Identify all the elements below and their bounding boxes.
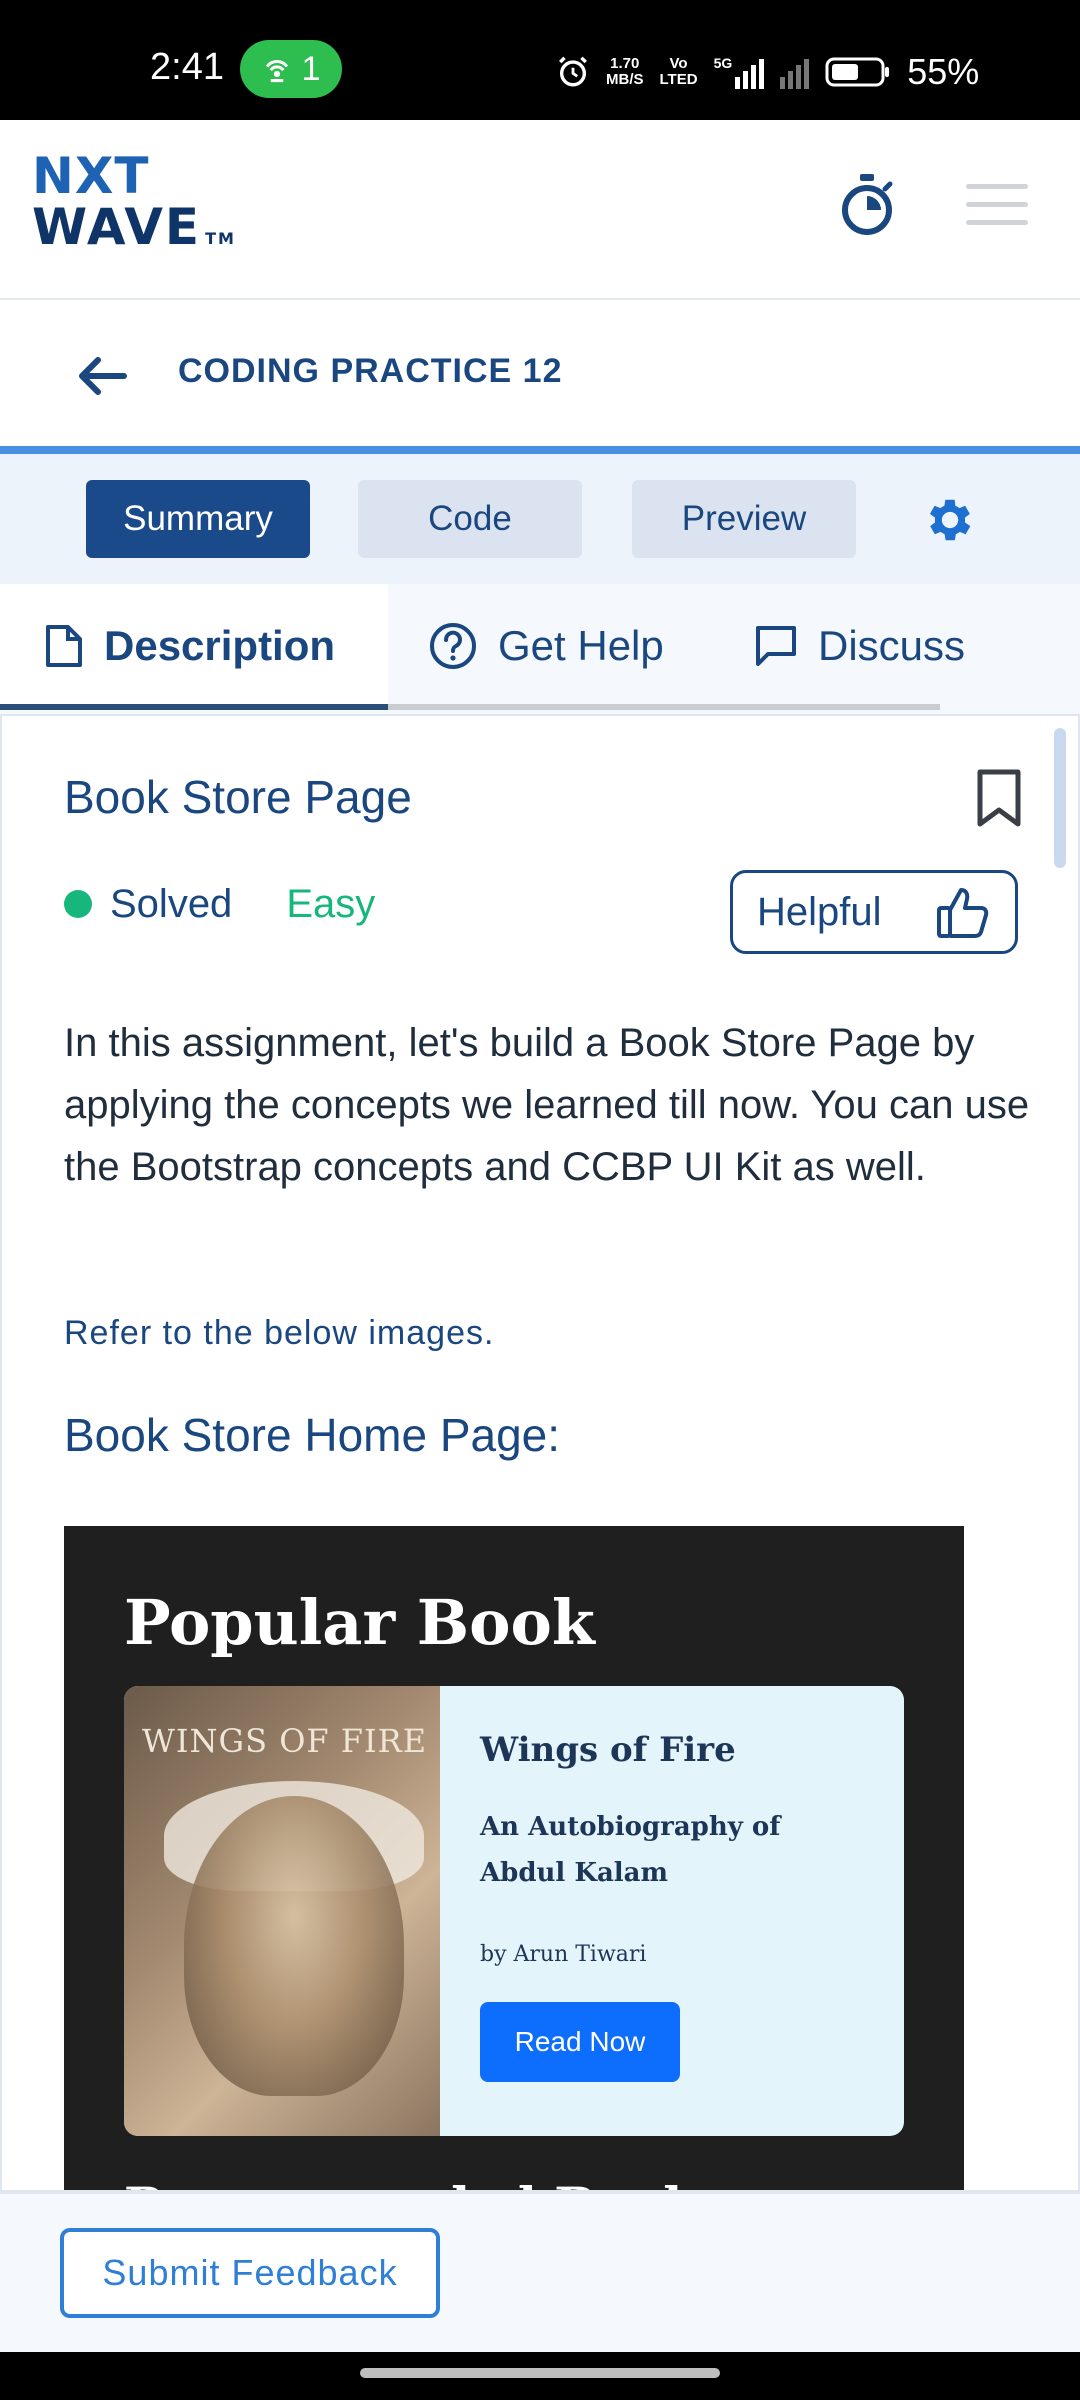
preview-book-subtitle: An Autobiography of Abdul Kalam <box>480 1812 781 1888</box>
nxtwave-logo[interactable]: NXT WAVE TM <box>32 150 236 264</box>
preview-book-title: Wings of Fire <box>480 1730 736 1770</box>
document-icon <box>46 625 82 667</box>
page-titlebar: CODING PRACTICE 12 <box>0 302 1080 450</box>
solved-status: Solved <box>110 881 233 926</box>
stopwatch-icon[interactable] <box>836 172 898 238</box>
helpful-label: Helpful <box>757 889 882 934</box>
alarm-icon <box>559 56 587 87</box>
difficulty-badge: Easy <box>286 881 376 926</box>
chat-bubble-icon <box>756 626 796 666</box>
hotspot-count: 1 <box>301 49 321 88</box>
question-description: In this assignment, let's build a Book S… <box>64 1021 1030 1189</box>
net-speed: 1.70 MB/S <box>606 55 644 88</box>
signal-icon: 5G <box>714 55 765 89</box>
bookmark-icon[interactable] <box>974 768 1024 828</box>
hamburger-menu-icon[interactable] <box>966 184 1028 230</box>
tab-scroll-indicator <box>388 704 940 710</box>
tab-description-label: Description <box>104 622 336 669</box>
solved-status-dot <box>64 890 92 918</box>
thumbs-up-icon <box>937 888 989 938</box>
description-panel[interactable]: Book Store Page Solved Easy Helpful In t… <box>0 714 1080 2192</box>
volte-indicator: Vo LTED <box>659 55 698 88</box>
preview-heading: Popular Book <box>124 1586 595 1659</box>
battery-icon <box>825 57 890 87</box>
refer-images-note: Refer to the below images. <box>64 1314 495 1352</box>
question-circle-icon <box>430 623 476 669</box>
active-tab-indicator <box>0 704 388 710</box>
book-cover-image: WINGS OF FIRE <box>124 1686 440 2136</box>
submit-feedback-button[interactable]: Submit Feedback <box>60 2228 440 2318</box>
preview-recommended-heading: Recommended Books <box>124 2176 726 2190</box>
tab-description[interactable]: Description <box>0 584 388 708</box>
status-time: 2:41 <box>150 46 224 88</box>
book-store-preview-image: Popular Book WINGS OF FIRE Wings of Fire… <box>64 1526 964 2190</box>
tab-get-help[interactable]: Get Help <box>428 584 664 708</box>
tab-bar: Description Get Help Discuss <box>0 584 1080 714</box>
section-heading: Book Store Home Page: <box>64 1409 561 1461</box>
code-button[interactable]: Code <box>358 480 582 558</box>
helpful-button[interactable]: Helpful <box>730 870 1018 954</box>
hotspot-icon <box>265 60 288 83</box>
content-scrollbar[interactable] <box>1054 728 1066 868</box>
mode-toolbar: Summary Code Preview <box>0 454 1080 584</box>
system-nav-bar <box>0 2352 1080 2400</box>
back-arrow-icon[interactable] <box>72 346 132 406</box>
app-header: NXT WAVE TM <box>0 120 1080 300</box>
preview-button[interactable]: Preview <box>632 480 856 558</box>
status-bar: 2:41 1 1.70 MB/S Vo LTED 5G 55% <box>0 0 1080 120</box>
battery-percent: 55% <box>907 51 980 92</box>
home-indicator[interactable] <box>360 2368 720 2378</box>
accent-divider <box>0 446 1080 454</box>
page-title: CODING PRACTICE 12 <box>178 352 563 390</box>
question-status-row: Solved Easy <box>64 874 375 934</box>
preview-book-author: by Arun Tiwari <box>480 1942 647 1967</box>
signal-icon-sim2 <box>780 55 810 89</box>
gear-icon[interactable] <box>922 492 978 548</box>
tab-discuss-label: Discuss <box>818 622 966 669</box>
book-cover-title: WINGS OF FIRE <box>142 1722 428 1760</box>
preview-book-card: WINGS OF FIRE Wings of Fire An Autobiogr… <box>124 1686 904 2136</box>
tab-discuss[interactable]: Discuss <box>754 584 965 708</box>
question-title: Book Store Page <box>64 771 412 823</box>
summary-button[interactable]: Summary <box>86 480 310 558</box>
preview-read-now-button: Read Now <box>480 2002 680 2082</box>
tab-get-help-label: Get Help <box>498 622 664 669</box>
hotspot-pill: 1 <box>240 40 342 98</box>
feedback-footer: Submit Feedback <box>0 2192 1080 2352</box>
status-icons: 1.70 MB/S Vo LTED 5G 55% <box>556 44 979 100</box>
